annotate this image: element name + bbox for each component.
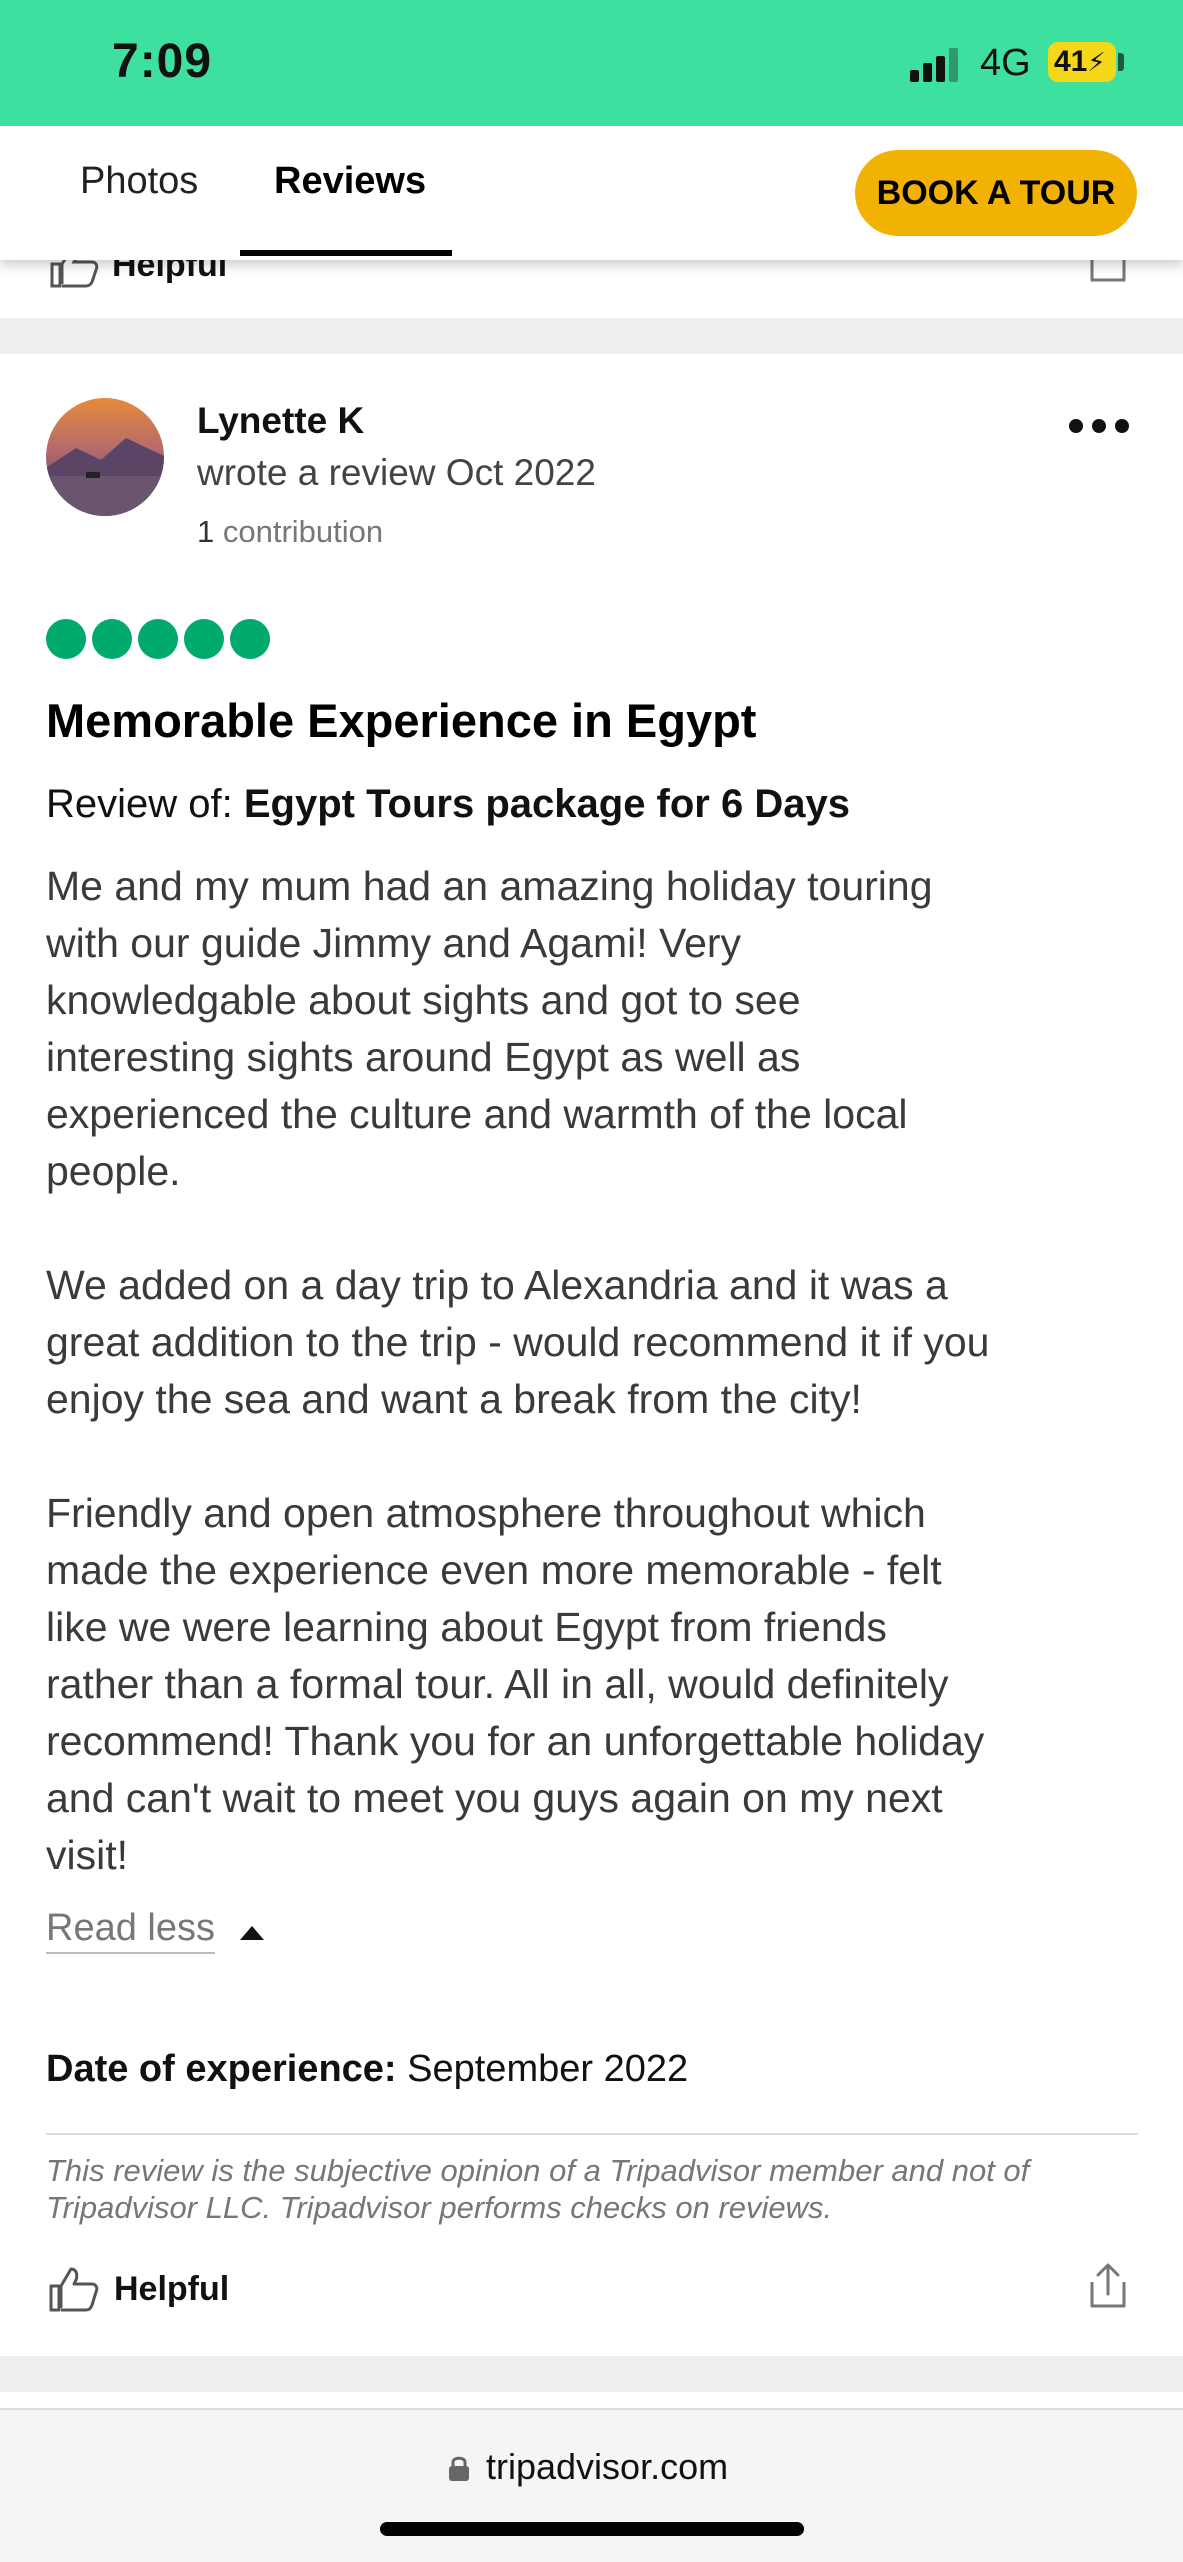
caret-up-icon[interactable] bbox=[240, 1926, 264, 1940]
review-body: Me and my mum had an amazing holiday tou… bbox=[46, 858, 1156, 1941]
network-type: 4G bbox=[980, 42, 1031, 84]
rating-bubble bbox=[184, 619, 224, 659]
avatar[interactable] bbox=[46, 398, 164, 516]
top-nav: Photos Reviews BOOK A TOUR bbox=[0, 126, 1183, 260]
avatar-image bbox=[46, 398, 164, 516]
read-less-link[interactable]: Read less bbox=[46, 1907, 215, 1954]
signal-icon bbox=[910, 48, 958, 82]
rating-bubble bbox=[138, 619, 178, 659]
lock-icon bbox=[449, 2456, 469, 2481]
browser-address-bar[interactable]: tripadvisor.com bbox=[0, 2408, 1183, 2562]
url-text[interactable]: tripadvisor.com bbox=[486, 2446, 728, 2488]
tab-photos[interactable]: Photos bbox=[80, 160, 198, 203]
status-bar: 7:09 4G 41⚡ bbox=[0, 0, 1183, 126]
review-disclaimer: This review is the subjective opinion of… bbox=[46, 2153, 1030, 2225]
battery-tip bbox=[1118, 53, 1124, 71]
date-of-experience: Date of experience: September 2022 bbox=[46, 2048, 688, 2091]
date-of-experience-value: September 2022 bbox=[396, 2048, 689, 2090]
rating-bubbles bbox=[46, 619, 276, 661]
rating-bubble bbox=[92, 619, 132, 659]
thumbs-up-icon[interactable] bbox=[48, 2266, 100, 2312]
review-of-label: Review of: bbox=[46, 782, 244, 826]
active-tab-indicator bbox=[240, 250, 452, 256]
review-paragraph: We added on a day trip to Alexandria and… bbox=[46, 1262, 990, 1422]
home-indicator[interactable] bbox=[380, 2522, 804, 2536]
previous-helpful-label[interactable]: Helpful bbox=[112, 260, 227, 285]
review-of-product[interactable]: Egypt Tours package for 6 Days bbox=[244, 782, 850, 826]
status-time: 7:09 bbox=[112, 35, 213, 88]
review-separator bbox=[0, 318, 1183, 354]
book-a-tour-button[interactable]: BOOK A TOUR bbox=[855, 150, 1137, 236]
review-of: Review of: Egypt Tours package for 6 Day… bbox=[46, 782, 850, 827]
battery-level: 41 bbox=[1054, 45, 1088, 78]
tab-reviews[interactable]: Reviews bbox=[274, 160, 426, 203]
thumbs-up-icon[interactable] bbox=[48, 260, 100, 288]
review-author[interactable]: Lynette K bbox=[197, 400, 364, 442]
date-of-experience-label: Date of experience: bbox=[46, 2048, 397, 2090]
contribution-number: 1 bbox=[197, 514, 215, 549]
battery-icon: 41⚡ bbox=[1048, 42, 1116, 82]
rating-bubble bbox=[46, 619, 86, 659]
review-title: Memorable Experience in Egypt bbox=[46, 694, 757, 747]
contribution-label: contribution bbox=[222, 514, 384, 549]
more-options-icon[interactable] bbox=[1068, 404, 1130, 448]
divider bbox=[46, 2133, 1138, 2135]
helpful-button[interactable]: Helpful bbox=[114, 2270, 229, 2309]
review-separator bbox=[0, 2356, 1183, 2392]
rating-bubble bbox=[230, 619, 270, 659]
review-paragraph: Me and my mum had an amazing holiday tou… bbox=[46, 863, 933, 1194]
share-icon[interactable] bbox=[1088, 2262, 1128, 2310]
review-meta: wrote a review Oct 2022 bbox=[197, 452, 596, 493]
contribution-count: 1 contribution bbox=[197, 514, 383, 550]
share-icon[interactable] bbox=[1088, 260, 1128, 284]
review-paragraph: Friendly and open atmosphere throughout … bbox=[46, 1490, 985, 1878]
previous-review-footer: Helpful bbox=[0, 260, 1183, 318]
